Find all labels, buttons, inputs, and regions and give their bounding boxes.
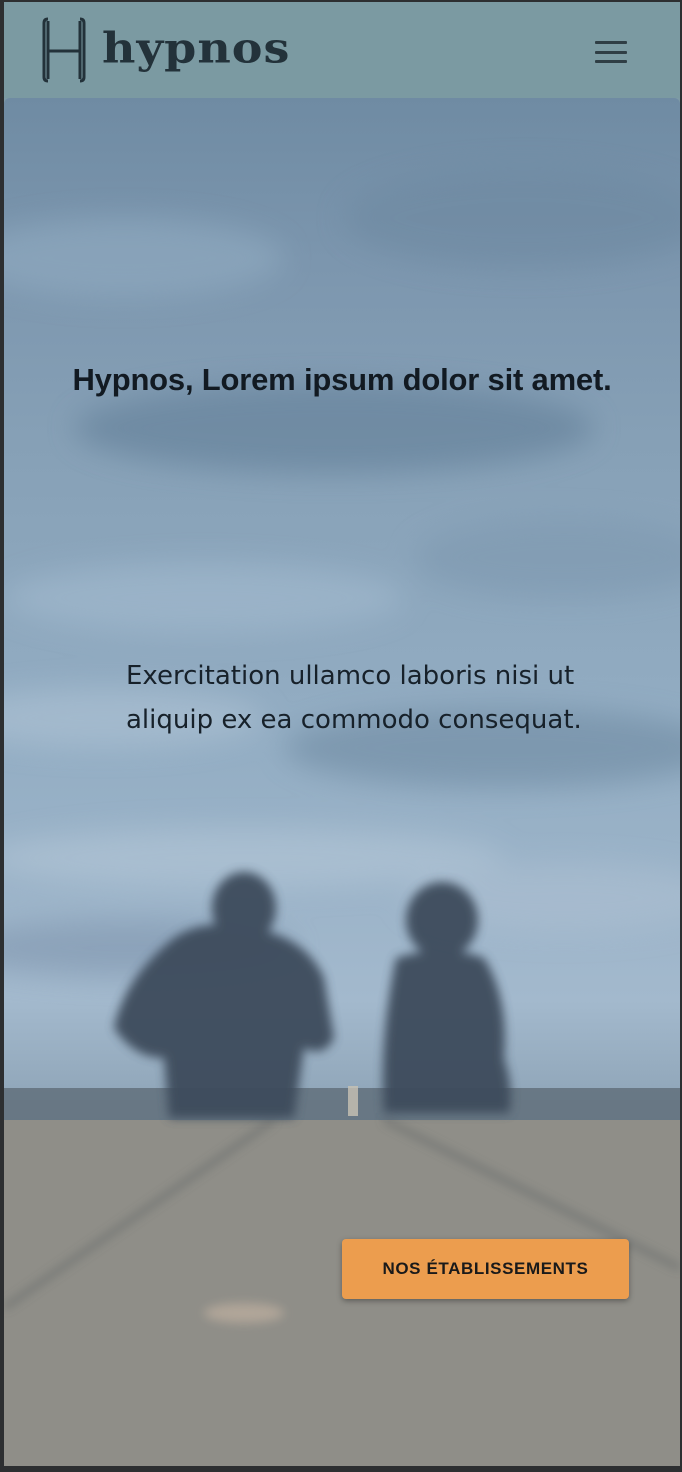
hamburger-menu-icon[interactable] xyxy=(592,38,630,66)
hero-subtitle-line-2: aliquip ex ea commodo consequat. xyxy=(126,705,582,735)
hero-subtitle: Exercitation ullamco laboris nisi ut ali… xyxy=(126,654,626,742)
hero-headline: Hypnos, Lorem ipsum dolor sit amet. xyxy=(72,362,612,397)
hero-subtitle-line-1: Exercitation ullamco laboris nisi ut xyxy=(126,661,575,691)
hero-section: Hypnos, Lorem ipsum dolor sit amet. Exer… xyxy=(4,98,680,1466)
brand-logo[interactable]: hypnos xyxy=(40,17,290,83)
app-frame: hypnos Hypnos, Lorem ipsum dolor sit ame… xyxy=(4,2,680,1466)
site-header: hypnos xyxy=(4,2,680,98)
brand-name: hypnos xyxy=(102,23,291,73)
logo-h-icon xyxy=(42,17,86,83)
nos-etablissements-button[interactable]: NOS ÉTABLISSEMENTS xyxy=(342,1239,629,1299)
